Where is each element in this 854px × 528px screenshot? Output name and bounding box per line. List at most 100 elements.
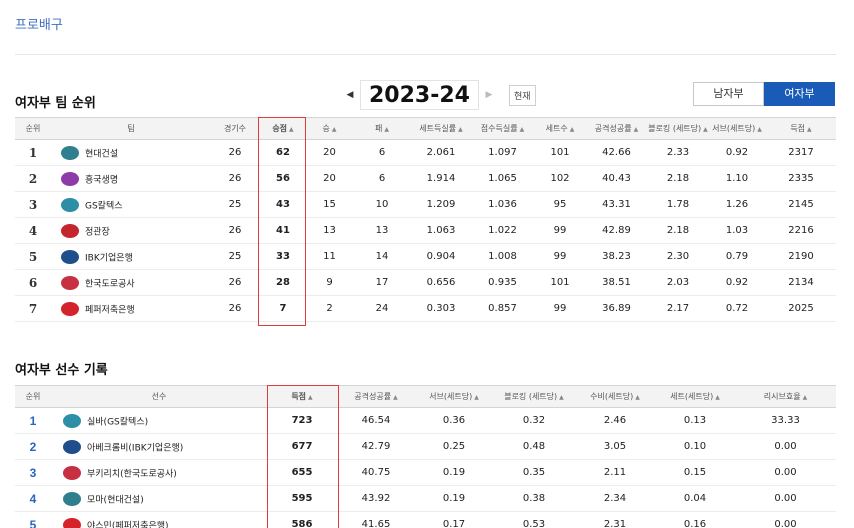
sort-arrow-icon[interactable]: ▲ [634, 126, 639, 133]
player-name-cell[interactable]: 모마(현대건설) [51, 485, 267, 512]
player-header-8[interactable]: 리시브효율 ▲ [735, 385, 836, 408]
serve-cell: 0.17 [415, 511, 493, 528]
player-header-2[interactable]: 득점 ▲ [267, 385, 337, 408]
player-name[interactable]: 실바(GS칼텍스) [87, 417, 148, 427]
table-row[interactable]: 3 GS칼텍스 25 43 15 10 1.209 1.036 95 43.31 1.78 1.26 2… [15, 191, 836, 218]
team-name[interactable]: 정관장 [85, 227, 110, 237]
points-cell: 56 [259, 165, 307, 192]
tab-women[interactable]: 여자부 [764, 82, 835, 106]
table-row[interactable]: 5 IBK기업은행 25 33 11 14 0.904 1.008 99 38.23 2.30 0.7… [15, 243, 836, 270]
player-header-7[interactable]: 세트(세트당) ▲ [655, 385, 735, 408]
sort-arrow-icon[interactable]: ▲ [757, 126, 762, 133]
player-name[interactable]: 아베크롬비(IBK기업은행) [87, 443, 183, 453]
team-name[interactable]: 현대건설 [85, 149, 118, 159]
team-header-11[interactable]: 서브(세트당) ▲ [708, 117, 766, 140]
breadcrumb[interactable]: 프로배구 [15, 14, 63, 33]
team-name[interactable]: 페퍼저축은행 [85, 305, 135, 315]
team-header-10[interactable]: 블로킹 (세트당) ▲ [648, 117, 708, 140]
block-cell: 2.18 [648, 165, 708, 192]
table-row[interactable]: 1 실바(GS칼텍스) 723 46.54 0.36 0.32 2.46 0.13 33.33 [15, 407, 836, 434]
table-row[interactable]: 4 모마(현대건설) 595 43.92 0.19 0.38 2.34 0.04 0.00 [15, 485, 836, 512]
team-name-cell[interactable]: GS칼텍스 [51, 191, 211, 218]
header-label: 선수 [151, 392, 167, 401]
team-header-6[interactable]: 세트득실률 ▲ [412, 117, 470, 140]
sort-arrow-icon[interactable]: ▲ [393, 394, 398, 401]
table-row[interactable]: 2 흥국생명 26 56 20 6 1.914 1.065 102 40.43 2.18 1.10 23… [15, 165, 836, 192]
table-row[interactable]: 7 페퍼저축은행 26 7 2 24 0.303 0.857 99 36.89 2.17 0.72 20… [15, 295, 836, 322]
current-season-button[interactable]: 현재 [508, 84, 536, 106]
set_ratio-cell: 0.656 [412, 269, 470, 296]
serve-cell: 1.03 [708, 217, 766, 244]
sort-arrow-icon[interactable]: ▲ [715, 394, 720, 401]
team-name-cell[interactable]: 현대건설 [51, 139, 211, 166]
player-name-cell[interactable]: 야스민(페퍼저축은행) [51, 511, 267, 528]
sort-arrow-icon[interactable]: ▲ [458, 126, 463, 133]
next-season-arrow-icon[interactable]: ▶ [479, 90, 499, 100]
team-header-9[interactable]: 공격성공률 ▲ [585, 117, 648, 140]
points-cell: 28 [259, 269, 307, 296]
player-header-4[interactable]: 서브(세트당) ▲ [415, 385, 493, 408]
sort-arrow-icon[interactable]: ▲ [308, 394, 313, 401]
header-label: 순위 [25, 392, 41, 401]
team-header-12[interactable]: 득점 ▲ [766, 117, 836, 140]
sort-arrow-icon[interactable]: ▲ [570, 126, 575, 133]
player-name-cell[interactable]: 부키리치(한국도로공사) [51, 459, 267, 486]
loss-cell: 24 [352, 295, 412, 322]
win-cell: 9 [307, 269, 352, 296]
team-name[interactable]: GS칼텍스 [85, 201, 123, 211]
table-row[interactable]: 2 아베크롬비(IBK기업은행) 677 42.79 0.25 0.48 3.05 0.10 0… [15, 433, 836, 460]
team-header-8[interactable]: 세트수 ▲ [535, 117, 585, 140]
team-logo-icon [61, 145, 79, 160]
sort-arrow-icon[interactable]: ▲ [703, 126, 708, 133]
team-name-cell[interactable]: IBK기업은행 [51, 243, 211, 270]
win-cell: 11 [307, 243, 352, 270]
table-row[interactable]: 1 현대건설 26 62 20 6 2.061 1.097 101 42.66 2.33 0.92 23… [15, 139, 836, 166]
sort-arrow-icon[interactable]: ▲ [332, 126, 337, 133]
player-name[interactable]: 부키리치(한국도로공사) [87, 469, 177, 479]
sort-arrow-icon[interactable]: ▲ [807, 126, 812, 133]
team-header-7[interactable]: 점수득실률 ▲ [470, 117, 535, 140]
table-row[interactable]: 4 정관장 26 41 13 13 1.063 1.022 99 42.89 2.18 1.03 221… [15, 217, 836, 244]
team-name-cell[interactable]: 흥국생명 [51, 165, 211, 192]
receive-cell: 0.00 [735, 511, 836, 528]
team-name-cell[interactable]: 정관장 [51, 217, 211, 244]
table-row[interactable]: 3 부키리치(한국도로공사) 655 40.75 0.19 0.35 2.11 0.15 0.0… [15, 459, 836, 486]
team-header-4[interactable]: 승 ▲ [307, 117, 352, 140]
tab-men[interactable]: 남자부 [693, 82, 764, 106]
sort-arrow-icon[interactable]: ▲ [474, 394, 479, 401]
team-name-cell[interactable]: 한국도로공사 [51, 269, 211, 296]
team-logo-icon [61, 171, 79, 186]
sort-arrow-icon[interactable]: ▲ [635, 394, 640, 401]
player-name[interactable]: 모마(현대건설) [87, 495, 144, 505]
team-header-3[interactable]: 승점 ▲ [259, 117, 307, 140]
rank-cell: 5 [15, 243, 51, 270]
team-name[interactable]: 한국도로공사 [85, 279, 135, 289]
player-header-5[interactable]: 블로킹 (세트당) ▲ [493, 385, 575, 408]
loss-cell: 14 [352, 243, 412, 270]
player-records-title: 여자부 선수 기록 [15, 363, 108, 378]
rank-cell: 2 [15, 165, 51, 192]
sort-arrow-icon[interactable]: ▲ [384, 126, 389, 133]
team-name[interactable]: IBK기업은행 [85, 253, 133, 263]
table-row[interactable]: 6 한국도로공사 26 28 9 17 0.656 0.935 101 38.51 2.03 0.92… [15, 269, 836, 296]
table-row[interactable]: 5 야스민(페퍼저축은행) 586 41.65 0.17 0.53 2.31 0.16 0.00 [15, 511, 836, 528]
team-header-1: 팀 [51, 117, 211, 140]
rank-cell: 6 [15, 269, 51, 296]
team-logo-icon [63, 517, 81, 528]
player-name-cell[interactable]: 실바(GS칼텍스) [51, 407, 267, 434]
score-cell: 595 [267, 485, 337, 512]
score-cell: 2145 [766, 191, 836, 218]
sort-arrow-icon[interactable]: ▲ [520, 126, 525, 133]
sort-arrow-icon[interactable]: ▲ [289, 126, 294, 133]
player-name[interactable]: 야스민(페퍼저축은행) [87, 521, 169, 528]
team-name[interactable]: 흥국생명 [85, 175, 118, 185]
team-logo-icon [63, 491, 81, 506]
sort-arrow-icon[interactable]: ▲ [803, 394, 808, 401]
team-header-5[interactable]: 패 ▲ [352, 117, 412, 140]
player-header-3[interactable]: 공격성공률 ▲ [337, 385, 415, 408]
prev-season-arrow-icon[interactable]: ◀ [340, 90, 360, 100]
player-header-6[interactable]: 수비(세트당) ▲ [575, 385, 655, 408]
sort-arrow-icon[interactable]: ▲ [559, 394, 564, 401]
team-name-cell[interactable]: 페퍼저축은행 [51, 295, 211, 322]
player-name-cell[interactable]: 아베크롬비(IBK기업은행) [51, 433, 267, 460]
